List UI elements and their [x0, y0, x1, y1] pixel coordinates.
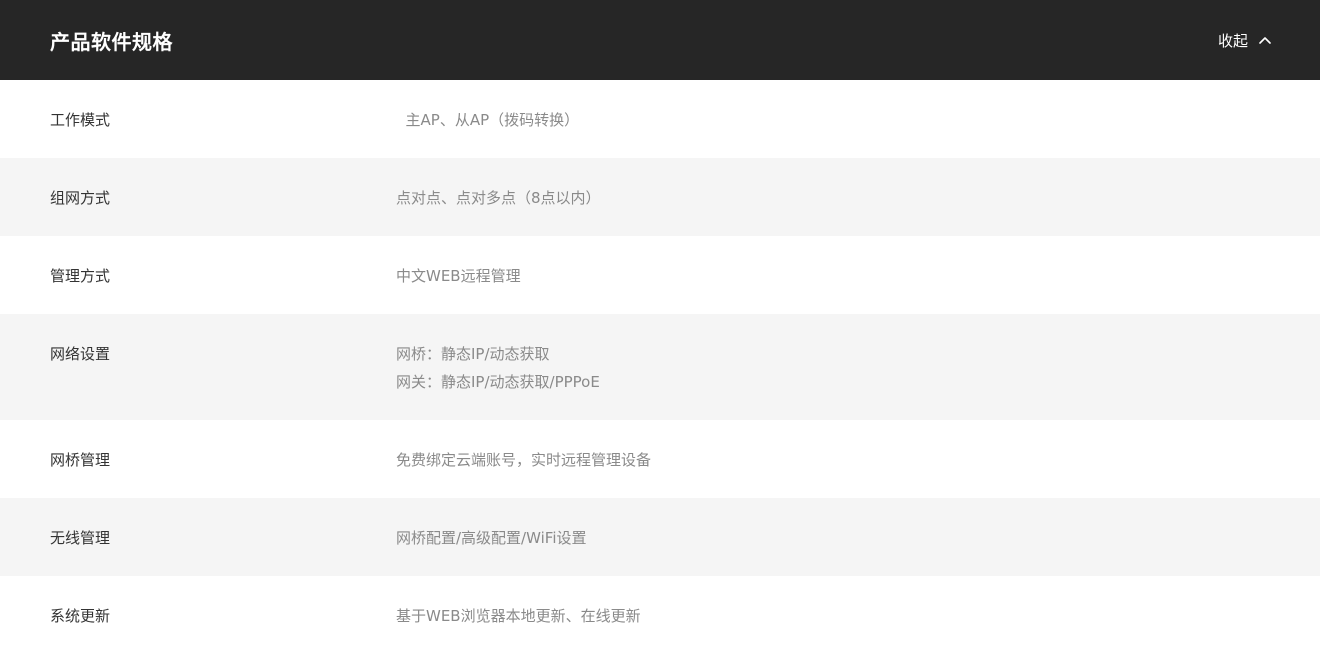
spec-label: 系统更新 — [50, 607, 111, 625]
spec-row-network-settings: 网络设置 网桥：静态IP/动态获取 网关：静态IP/动态获取/PPPoE — [0, 314, 1320, 420]
spec-label: 工作模式 — [50, 111, 111, 129]
spec-value: 中文WEB远程管理 — [396, 267, 521, 285]
spec-label: 组网方式 — [50, 189, 111, 207]
page-title: 产品软件规格 — [50, 29, 173, 54]
spec-row-management-mode: 管理方式 中文WEB远程管理 — [0, 236, 1320, 314]
spec-values: 基于WEB浏览器本地更新、在线更新 — [396, 605, 641, 627]
spec-values: 网桥配置/高级配置/WiFi设置 — [396, 527, 586, 549]
spec-value: 免费绑定云端账号，实时远程管理设备 — [396, 451, 652, 469]
spec-value: 主AP、从AP（拨码转换） — [396, 111, 580, 129]
collapse-label: 收起 — [1217, 31, 1248, 50]
spec-values: 网桥：静态IP/动态获取 网关：静态IP/动态获取/PPPoE — [396, 343, 600, 393]
spec-value: 网桥配置/高级配置/WiFi设置 — [396, 529, 587, 547]
spec-header: 产品软件规格 收起 — [0, 0, 1320, 80]
spec-label: 网桥管理 — [50, 451, 111, 469]
spec-value: 网关：静态IP/动态获取/PPPoE — [396, 373, 600, 391]
spec-value: 网桥：静态IP/动态获取 — [396, 345, 550, 363]
spec-values: 主AP、从AP（拨码转换） — [396, 109, 580, 131]
spec-values: 中文WEB远程管理 — [396, 265, 521, 287]
spec-row-network-mode: 组网方式 点对点、点对多点（8点以内） — [0, 158, 1320, 236]
spec-values: 点对点、点对多点（8点以内） — [396, 187, 601, 209]
spec-row-work-mode: 工作模式 主AP、从AP（拨码转换） — [0, 80, 1320, 158]
spec-value: 基于WEB浏览器本地更新、在线更新 — [396, 607, 641, 625]
spec-row-system-update: 系统更新 基于WEB浏览器本地更新、在线更新 — [0, 576, 1320, 654]
chevron-up-icon — [1258, 33, 1272, 47]
spec-values: 免费绑定云端账号，实时远程管理设备 — [396, 449, 651, 471]
spec-row-wireless-management: 无线管理 网桥配置/高级配置/WiFi设置 — [0, 498, 1320, 576]
spec-value: 点对点、点对多点（8点以内） — [396, 189, 601, 207]
collapse-button[interactable]: 收起 — [1218, 30, 1272, 51]
spec-row-bridge-management: 网桥管理 免费绑定云端账号，实时远程管理设备 — [0, 420, 1320, 498]
spec-panel: 产品软件规格 收起 工作模式 主AP、从AP（拨码转换） 组网方式 点对点、点对… — [0, 0, 1320, 661]
spec-label: 无线管理 — [50, 529, 111, 547]
spec-label: 网络设置 — [50, 345, 111, 363]
spec-label: 管理方式 — [50, 267, 111, 285]
